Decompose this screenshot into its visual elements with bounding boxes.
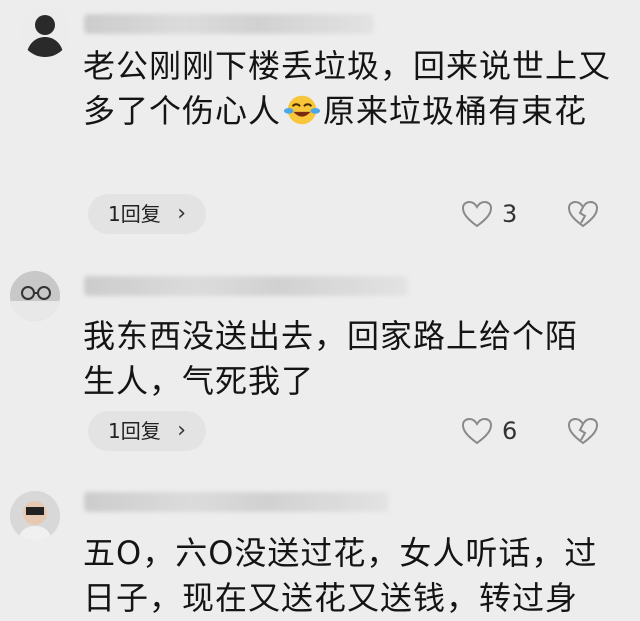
user-silhouette-icon [20,7,70,57]
like-count: 3 [502,200,518,228]
like-count: 6 [502,417,518,445]
reply-button[interactable]: 1回复 › [88,411,206,451]
user-photo-icon [10,271,60,321]
comment-text-main: 五O，六O没送过花，女人听话，过日子，现在又送花又送钱，转过身 [83,534,598,617]
reply-label: 1回复 [108,202,161,226]
broken-heart-icon [567,200,599,228]
comment-text-tail: 原来垃圾桶有束花 [323,92,588,130]
reply-label: 1回复 [108,419,161,443]
heart-outline-icon [461,200,493,228]
comment-text: 我东西没送出去，回家路上给个陌生人，气死我了 [83,314,603,404]
avatar[interactable] [10,491,60,541]
comment-text: 五O，六O没送过花，女人听话，过日子，现在又送花又送钱，转过身 [83,531,603,621]
reply-button[interactable]: 1回复 › [88,194,206,234]
dislike-button[interactable] [566,199,600,233]
like-button[interactable]: 6 [460,416,517,446]
avatar[interactable] [10,271,60,321]
broken-heart-icon [567,417,599,445]
like-button[interactable]: 3 [460,199,517,229]
chevron-right-icon: › [177,418,186,443]
chevron-right-icon: › [177,201,186,226]
username-blurred [84,14,374,34]
comment-text: 老公刚刚下楼丢垃圾，回来说世上又多了个伤心人 原来垃圾桶有束花 [83,44,623,134]
avatar[interactable] [20,7,70,57]
user-photo-icon [10,491,60,541]
comment-text-main: 我东西没送出去，回家路上给个陌生人，气死我了 [83,317,579,400]
heart-outline-icon [461,417,493,445]
dislike-button[interactable] [566,416,600,450]
username-blurred [84,492,389,512]
laughing-crying-emoji [283,95,321,125]
username-blurred [84,276,408,296]
